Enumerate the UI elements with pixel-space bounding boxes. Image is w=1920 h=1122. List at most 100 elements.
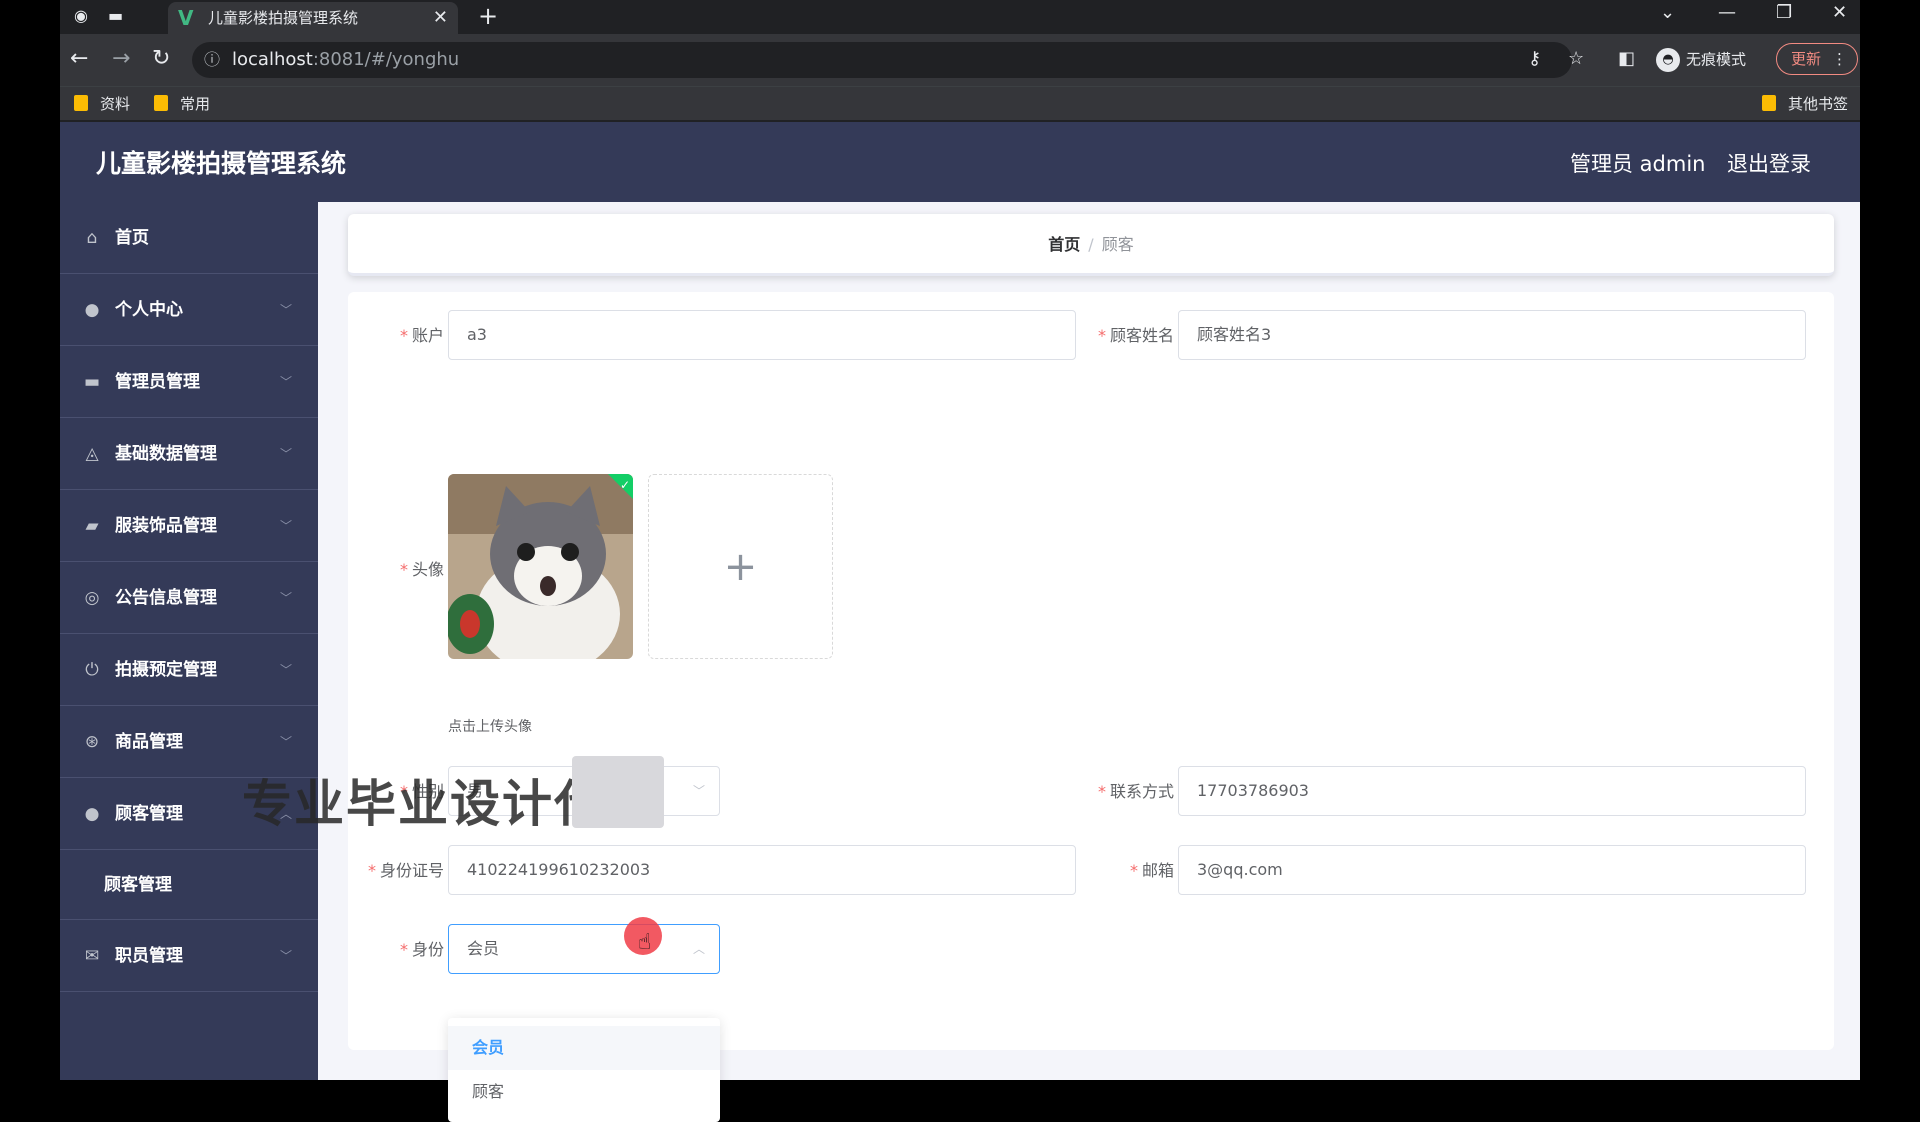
other-bookmarks[interactable]: 其他书签 [1762, 93, 1848, 114]
role-select[interactable]: 会员 ︿ [448, 924, 720, 974]
circle-icon: ◎ [84, 588, 100, 608]
globe-icon[interactable]: ◉ [74, 6, 88, 25]
tab-close-icon[interactable]: ✕ [433, 2, 448, 34]
chevron-up-icon: ︿ [692, 942, 705, 956]
chevron-down-icon: ﹀ [279, 519, 292, 533]
avatar-image[interactable]: ✓ [448, 474, 633, 659]
hand-cursor-icon: ☝ [638, 930, 652, 955]
key-icon[interactable]: ⚷ [1528, 48, 1541, 69]
back-icon[interactable]: ← [70, 46, 88, 71]
role-label: * 身份 [399, 940, 444, 959]
compass-icon: ⊛ [84, 732, 100, 752]
bookmarks-bar: 资料 常用 其他书签 [60, 86, 1860, 120]
tab-list-icon[interactable]: ⌄ [1660, 2, 1675, 23]
side-panel-icon[interactable]: ◧ [1618, 48, 1635, 69]
bookmark-star-icon[interactable]: ☆ [1568, 48, 1584, 69]
idcard-label: * 身份证号 [367, 861, 444, 880]
svg-text:✓: ✓ [620, 478, 630, 492]
chevron-down-icon: ﹀ [279, 949, 292, 963]
logout-link[interactable]: 退出登录 [1727, 148, 1811, 178]
chevron-down-icon: ﹀ [692, 784, 705, 798]
window-close-icon[interactable]: ✕ [1832, 2, 1847, 23]
tab-strip: ◉ ▬ V 儿童影楼拍摄管理系统 ✕ + ⌄ — ❐ ✕ [60, 0, 1860, 34]
monitor-icon: ▬ [83, 372, 101, 392]
blurred-region [572, 756, 664, 828]
role-option-member[interactable]: 会员 [448, 1026, 720, 1070]
ticket-icon: ▰ [85, 516, 99, 536]
role-dropdown: 会员 顾客 [448, 1018, 720, 1122]
avatar-label: * 头像 [399, 560, 444, 579]
url-path: :8081/#/yonghu [312, 49, 460, 70]
folder-icon [74, 95, 88, 111]
main-content: 首页 / 顾客 * 账户 a3 * 顾客姓名 顾客姓名3 * 头像 ✓ + 点击… [318, 202, 1860, 1122]
reload-icon[interactable]: ↻ [152, 46, 170, 71]
url-host: localhost [232, 49, 313, 70]
new-tab-icon[interactable]: + [478, 2, 498, 30]
sidebar: ⌂ 首页 ● 个人中心 ﹀ ▬ 管理员管理 ﹀ ◬ 基础数据管理 ﹀ ▰ 服装饰品管理 ﹀ ◎ 公告… [60, 202, 318, 1080]
email-input[interactable]: 3@qq.com [1178, 845, 1806, 895]
sidebar-item-base-data[interactable]: ◬ 基础数据管理 ﹀ [60, 418, 318, 490]
restore-icon[interactable]: ❐ [1776, 2, 1792, 23]
more-menu-icon[interactable]: ⋮ [1832, 44, 1847, 74]
app-header: 儿童影楼拍摄管理系统 管理员 admin 退出登录 [60, 122, 1860, 202]
sidebar-item-costumes[interactable]: ▰ 服装饰品管理 ﹀ [60, 490, 318, 562]
browser-toolbar: ← → ↻ ⓘ localhost:8081/#/yonghu ⚷ ☆ ◧ ◓ 无… [60, 34, 1860, 86]
role-option-customer[interactable]: 顾客 [448, 1070, 720, 1114]
breadcrumb-current: 顾客 [1101, 235, 1134, 254]
user-icon: ● [84, 804, 100, 824]
incognito-label: 无痕模式 [1686, 50, 1747, 69]
chevron-down-icon: ﹀ [279, 303, 292, 317]
address-bar[interactable]: ⓘ localhost:8081/#/yonghu [192, 42, 1572, 78]
sidebar-item-admins[interactable]: ▬ 管理员管理 ﹀ [60, 346, 318, 418]
upload-tip: 点击上传头像 [448, 719, 532, 735]
avatar-upload-button[interactable]: + [648, 474, 833, 659]
active-tab[interactable]: V 儿童影楼拍摄管理系统 ✕ [168, 2, 458, 34]
sidebar-item-home[interactable]: ⌂ 首页 [60, 202, 318, 274]
breadcrumb: 首页 / 顾客 [348, 214, 1834, 276]
forward-icon[interactable]: → [112, 46, 130, 71]
account-label: * 账户 [399, 326, 444, 345]
tab-search-icon[interactable]: ▬ [108, 6, 123, 25]
phone-input[interactable]: 17703786903 [1178, 766, 1806, 816]
tab-title: 儿童影楼拍摄管理系统 [208, 9, 359, 27]
bookmark-folder-0[interactable]: 资料 [74, 93, 130, 114]
app-title: 儿童影楼拍摄管理系统 [96, 149, 347, 178]
incognito-icon: ◓ [1656, 48, 1680, 72]
update-button[interactable]: 更新 ⋮ [1776, 43, 1858, 75]
customer-name-label: * 顾客姓名 [1097, 326, 1174, 345]
chevron-down-icon: ﹀ [279, 663, 292, 677]
site-info-icon[interactable]: ⓘ [204, 42, 220, 78]
vue-logo-icon: V [178, 6, 194, 30]
sidebar-item-staff[interactable]: ✉ 职员管理 ﹀ [60, 920, 318, 992]
bookmark-folder-1[interactable]: 常用 [154, 93, 210, 114]
mail-icon: ✉ [84, 946, 100, 966]
chevron-down-icon: ﹀ [279, 447, 292, 461]
customer-form: * 账户 a3 * 顾客姓名 顾客姓名3 * 头像 ✓ + 点击上传头像 * 性… [348, 292, 1834, 1050]
home-icon: ⌂ [86, 228, 98, 248]
sidebar-item-profile[interactable]: ● 个人中心 ﹀ [60, 274, 318, 346]
incognito-indicator[interactable]: ◓ 无痕模式 [1656, 48, 1746, 72]
folder-icon [1762, 95, 1776, 111]
user-icon: ● [84, 300, 100, 320]
breadcrumb-separator: / [1088, 235, 1094, 254]
update-label: 更新 [1791, 50, 1822, 68]
power-icon: ⏻ [85, 660, 99, 680]
cat-photo: ✓ [448, 474, 633, 659]
screen: ◉ ▬ V 儿童影楼拍摄管理系统 ✕ + ⌄ — ❐ ✕ ← → ↻ ⓘ loc… [0, 0, 1920, 1122]
folder-icon [154, 95, 168, 111]
breadcrumb-home[interactable]: 首页 [1048, 235, 1080, 254]
admin-label: 管理员 admin [1570, 152, 1706, 176]
chevron-down-icon: ﹀ [279, 375, 292, 389]
sidebar-item-bookings[interactable]: ⏻ 拍摄预定管理 ﹀ [60, 634, 318, 706]
plus-icon: + [723, 544, 758, 590]
email-label: * 邮箱 [1129, 861, 1174, 880]
app: 儿童影楼拍摄管理系统 管理员 admin 退出登录 ⌂ 首页 ● 个人中心 ﹀ ▬ 管理… [60, 122, 1860, 1122]
minimize-icon[interactable]: — [1718, 2, 1736, 23]
bell-icon: ◬ [85, 444, 99, 464]
chevron-down-icon: ﹀ [279, 591, 292, 605]
phone-label: * 联系方式 [1097, 782, 1174, 801]
sidebar-item-notices[interactable]: ◎ 公告信息管理 ﹀ [60, 562, 318, 634]
customer-name-input[interactable]: 顾客姓名3 [1178, 310, 1806, 360]
browser-window: ◉ ▬ V 儿童影楼拍摄管理系统 ✕ + ⌄ — ❐ ✕ ← → ↻ ⓘ loc… [60, 0, 1860, 1122]
sidebar-subitem-customers[interactable]: 顾客管理 [60, 850, 318, 920]
